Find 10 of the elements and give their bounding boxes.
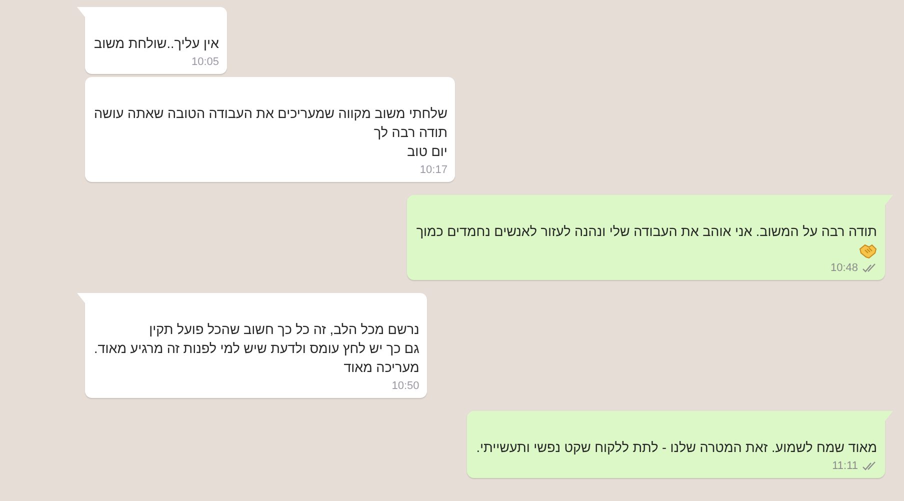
message-text: נרשם מכל הלב, זה כל כך חשוב שהכל פועל תקין גם כך יש לחץ עומס ולדעת שיש למי לפנות זה מרגיע מאוד. מעריכה מאוד — [94, 321, 420, 377]
message-text: אין עליך..שולחת משוב — [94, 35, 219, 53]
message-time: 11:11 — [832, 459, 858, 473]
message-text: שלחתי משוב מקווה שמעריכים את העבודה הטובה שאתה עושה תודה רבה לך יום טוב — [94, 105, 448, 161]
message-time: 10:48 — [830, 261, 858, 275]
message-time: 10:05 — [191, 55, 219, 69]
message-time: 10:17 — [420, 163, 448, 177]
message-time: 10:50 — [392, 379, 420, 393]
message-text: מאוד שמח לשמוע. זאת המטרה שלנו - לתת ללקוח שקט נפשי ותעשייתי. — [476, 439, 877, 457]
message-text: תודה רבה על המשוב. אני אוהב את העבודה שלי ונהנה לעזור לאנשים נחמדים כמוך — [416, 223, 877, 241]
